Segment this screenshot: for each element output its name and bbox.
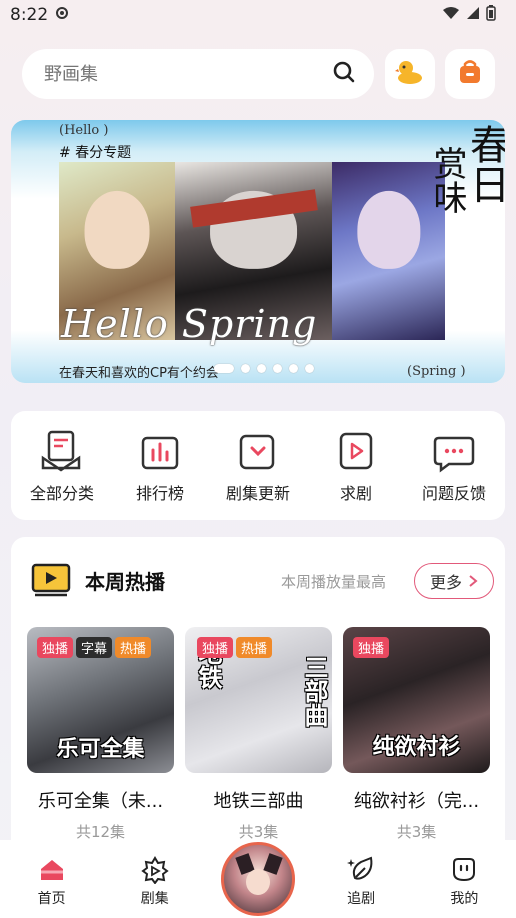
home-icon — [40, 860, 63, 880]
status-left: 8:22 — [10, 5, 70, 26]
duck-button[interactable] — [385, 49, 435, 99]
chevron-right-icon — [469, 575, 478, 587]
carousel-dot[interactable] — [273, 364, 282, 373]
banner-vertical-2: 春日 — [463, 124, 505, 204]
status-bar: 8:22 — [0, 0, 516, 30]
badges: 独播 — [353, 637, 390, 658]
card-episodes: 共3集 — [238, 823, 279, 841]
hot-title: 本周热播 — [85, 569, 165, 594]
card-title: 地铁三部曲 — [213, 791, 304, 812]
card-cover: 地铁 三部曲 独播 热播 — [185, 627, 332, 773]
banner-hello: (Hello ) — [59, 123, 109, 138]
center-avatar-button[interactable] — [221, 842, 295, 916]
badge-exclusive: 独播 — [353, 637, 390, 658]
category-label: 剧集更新 — [225, 483, 290, 503]
update-icon — [239, 434, 275, 469]
ranking-icon — [141, 436, 179, 469]
badges: 独播 字幕 热播 — [37, 637, 152, 658]
banner-carousel[interactable]: (Hello ) # 春分专题 Hello Spring 赏味 春日 在春天和喜… — [11, 120, 505, 383]
bag-icon — [457, 59, 483, 89]
card-title: 纯欲衬衫（完... — [353, 791, 480, 812]
more-button[interactable]: 更多 — [414, 563, 494, 599]
carousel-dot[interactable] — [214, 364, 234, 373]
search-bar[interactable] — [22, 49, 374, 99]
cover-title-right: 三部曲 — [300, 655, 328, 727]
tv-icon — [31, 563, 71, 597]
nav-label: 首页 — [37, 891, 66, 907]
request-icon — [339, 432, 373, 469]
follow-icon — [347, 856, 373, 880]
battery-icon — [486, 4, 496, 26]
feedback-icon — [433, 436, 475, 472]
hot-card[interactable]: 独播 纯欲衬衫 纯欲衬衫（完... 共3集 — [343, 627, 490, 842]
status-right — [442, 4, 496, 26]
badge-subtitle: 字幕 — [76, 637, 113, 658]
carousel-dot[interactable] — [289, 364, 298, 373]
carousel-dot[interactable] — [305, 364, 314, 373]
wifi-icon — [442, 5, 460, 25]
badges: 独播 热播 — [197, 637, 273, 658]
category-label: 排行榜 — [135, 483, 184, 503]
badge-hot: 热播 — [236, 637, 273, 658]
settings-icon — [54, 5, 70, 26]
category-panel: 全部分类 排行榜 剧集更新 求剧 问题反馈 — [11, 411, 505, 520]
more-label: 更多 — [429, 573, 462, 592]
cover-title: 乐可全集 — [56, 737, 145, 762]
signal-icon — [466, 5, 480, 25]
card-episodes: 共3集 — [396, 823, 437, 841]
category-update[interactable]: 剧集更新 — [211, 428, 305, 504]
avatar-face — [246, 869, 270, 895]
search-input[interactable] — [44, 63, 304, 85]
carousel-dots — [214, 364, 314, 373]
category-request[interactable]: 求剧 — [309, 428, 403, 504]
hot-card[interactable]: 地铁 三部曲 独播 热播 地铁三部曲 共3集 — [185, 627, 332, 842]
series-icon — [141, 856, 169, 884]
card-episodes: 共12集 — [75, 823, 126, 841]
cover-title: 纯欲衬衫 — [372, 735, 461, 760]
card-cover: 独播 纯欲衬衫 — [343, 627, 490, 773]
banner-script-text: Hello Spring — [61, 302, 318, 346]
nav-mine[interactable]: 我的 — [419, 840, 509, 908]
nav-series[interactable]: 剧集 — [110, 840, 200, 908]
category-label: 全部分类 — [29, 483, 94, 503]
weekly-hot-panel: 本周热播 本周播放量最高 更多 独播 字幕 热播 乐可全集 乐可全集（未... … — [11, 537, 505, 857]
card-cover: 独播 字幕 热播 乐可全集 — [27, 627, 174, 773]
search-icon[interactable] — [332, 60, 356, 88]
nav-follow[interactable]: 追剧 — [316, 840, 406, 908]
hot-subtitle: 本周播放量最高 — [281, 573, 387, 591]
status-time: 8:22 — [10, 5, 49, 25]
banner-spring: (Spring ) — [407, 364, 466, 379]
banner-caption: 在春天和喜欢的CP有个约会 — [59, 366, 219, 381]
category-ranking[interactable]: 排行榜 — [113, 428, 207, 504]
hot-list: 独播 字幕 热播 乐可全集 乐可全集（未... 共12集 地铁 三部曲 独播 热… — [27, 627, 490, 842]
hot-card[interactable]: 独播 字幕 热播 乐可全集 乐可全集（未... 共12集 — [27, 627, 174, 842]
bag-button[interactable] — [445, 49, 495, 99]
nav-label: 剧集 — [140, 891, 169, 907]
category-label: 求剧 — [339, 483, 372, 503]
badge-exclusive: 独播 — [197, 637, 234, 658]
category-icon — [41, 430, 81, 472]
nav-label: 我的 — [450, 891, 479, 907]
category-all[interactable]: 全部分类 — [15, 428, 109, 504]
badge-exclusive: 独播 — [37, 637, 74, 658]
category-label: 问题反馈 — [421, 483, 486, 503]
carousel-dot[interactable] — [241, 364, 250, 373]
badge-hot: 热播 — [115, 637, 152, 658]
category-feedback[interactable]: 问题反馈 — [407, 428, 501, 504]
banner-theme: # 春分专题 — [59, 145, 132, 161]
duck-icon — [395, 58, 425, 90]
hot-header: 本周热播 — [31, 563, 165, 597]
carousel-dot[interactable] — [257, 364, 266, 373]
profile-icon — [453, 858, 476, 882]
nav-home[interactable]: 首页 — [7, 840, 97, 908]
card-title: 乐可全集（未... — [37, 791, 164, 812]
nav-label: 追剧 — [347, 891, 376, 907]
